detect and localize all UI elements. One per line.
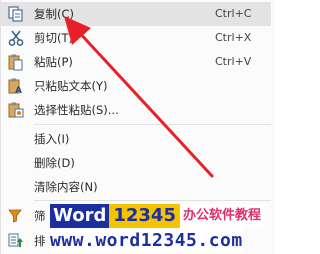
menu-item-label: 粘贴(P) [34, 55, 73, 69]
copy-icon [7, 5, 25, 23]
menu-item-label: 只粘贴文本(Y) [34, 79, 108, 93]
menu-item-shortcut: Ctrl+X [215, 31, 252, 44]
menu-item-paste-special[interactable]: 选择性粘贴(S)... [1, 98, 271, 122]
menu-item-label: 筛 [34, 209, 46, 223]
sort-icon [7, 232, 25, 250]
menu-item-label: 剪切(T) [34, 31, 73, 45]
menu-item-label: 插入(I) [34, 132, 70, 146]
menu-item-label: 选择性粘贴(S)... [34, 103, 119, 117]
menu-item-label: 删除(D) [34, 156, 75, 170]
menu-item-cut[interactable]: 剪切(T) Ctrl+X [1, 26, 271, 50]
menu-item-copy[interactable]: 复制(C) Ctrl+C [1, 2, 271, 26]
menu-item-label: 复制(C) [34, 7, 75, 21]
watermark-url: www.word12345.com [50, 229, 243, 253]
watermark-word: Word [50, 204, 110, 228]
menu-item-delete[interactable]: 删除(D) [1, 151, 271, 175]
menu-item-shortcut: Ctrl+V [215, 55, 252, 68]
menu-separator [34, 200, 271, 201]
menu-item-label: 清除内容(N) [34, 180, 98, 194]
menu-item-clear-contents[interactable]: 清除内容(N) [1, 175, 271, 199]
menu-item-paste[interactable]: 粘贴(P) Ctrl+V [1, 50, 271, 74]
paste-special-icon [7, 101, 25, 119]
menu-item-paste-text-only[interactable]: A 只粘贴文本(Y) [1, 74, 271, 98]
svg-text:A: A [15, 86, 22, 95]
scissors-icon [7, 29, 25, 47]
watermark-logo: Word 12345 办公软件教程 [50, 204, 264, 228]
filter-icon [7, 207, 25, 225]
menu-item-label: 排 [34, 234, 46, 248]
paste-text-icon: A [7, 77, 25, 96]
watermark-tagline: 办公软件教程 [179, 204, 264, 228]
watermark-numbers: 12345 [109, 204, 180, 228]
menu-separator [34, 124, 271, 125]
paste-icon [7, 53, 25, 71]
menu-item-insert[interactable]: 插入(I) [1, 127, 271, 151]
menu-item-shortcut: Ctrl+C [215, 7, 252, 20]
